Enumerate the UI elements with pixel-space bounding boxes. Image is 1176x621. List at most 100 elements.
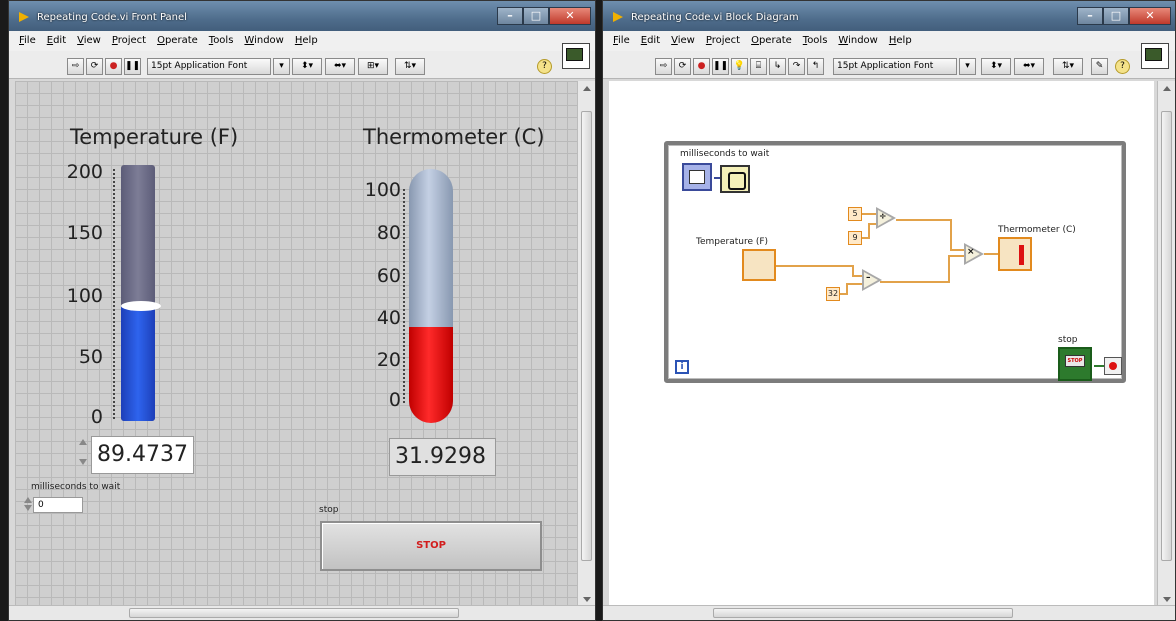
reorder-icon[interactable]: ⇅▾	[395, 58, 425, 75]
while-loop[interactable]: milliseconds to wait Temperature (F) 5 9…	[664, 141, 1126, 383]
context-help-icon[interactable]: ?	[537, 59, 552, 74]
font-selector[interactable]: 15pt Application Font	[833, 58, 957, 75]
constant-9[interactable]: 9	[848, 231, 862, 245]
wire[interactable]	[1094, 365, 1104, 367]
wait-input[interactable]: 0	[33, 497, 83, 513]
maximize-button[interactable]: □	[523, 7, 549, 25]
temperature-tank[interactable]	[121, 165, 161, 421]
menu-project[interactable]: Project	[112, 31, 146, 51]
step-into-icon[interactable]: ↳	[769, 58, 786, 75]
wait-label: milliseconds to wait	[31, 482, 121, 492]
thermometer-terminal[interactable]	[998, 237, 1032, 271]
temperature-value-field[interactable]: 89.4737	[91, 436, 194, 474]
scrollbar-thumb[interactable]	[1161, 111, 1172, 561]
subtract-function[interactable]	[862, 269, 882, 291]
wire[interactable]	[868, 223, 876, 225]
maximize-button[interactable]: □	[1103, 7, 1129, 25]
menu-tools[interactable]: Tools	[209, 31, 234, 51]
menu-help[interactable]: Help	[295, 31, 318, 51]
temperature-tick-label: 150	[66, 222, 103, 244]
wire[interactable]	[868, 223, 870, 239]
loop-condition-terminal[interactable]	[1104, 357, 1122, 375]
run-continuously-icon[interactable]: ⟳	[86, 58, 103, 75]
scrollbar-thumb[interactable]	[713, 608, 1013, 618]
menu-operate[interactable]: Operate	[157, 31, 198, 51]
pause-icon[interactable]: ❚❚	[124, 58, 141, 75]
wait-increment-decrement[interactable]	[23, 495, 32, 513]
menu-tools[interactable]: Tools	[803, 31, 828, 51]
temperature-increment-decrement[interactable]	[78, 437, 87, 467]
retain-wire-values-icon[interactable]: ⌸	[750, 58, 767, 75]
abort-icon[interactable]: ●	[105, 58, 122, 75]
align-objects-icon[interactable]: ⬍▾	[981, 58, 1011, 75]
menu-project[interactable]: Project	[706, 31, 740, 51]
front-panel-horizontal-scrollbar[interactable]	[9, 605, 595, 620]
block-diagram-vertical-scrollbar[interactable]	[1157, 81, 1175, 607]
context-help-icon[interactable]: ?	[1115, 59, 1130, 74]
front-panel-title: Repeating Code.vi Front Panel	[37, 12, 187, 23]
run-continuously-icon[interactable]: ⟳	[674, 58, 691, 75]
wait-ms-function-icon[interactable]	[720, 165, 750, 193]
font-dropdown-icon[interactable]: ▾	[959, 58, 976, 75]
wire[interactable]	[950, 249, 964, 251]
scrollbar-thumb[interactable]	[129, 608, 459, 618]
loop-iteration-terminal[interactable]: i	[675, 360, 689, 374]
pause-icon[interactable]: ❚❚	[712, 58, 729, 75]
close-button[interactable]: ✕	[549, 7, 591, 25]
menu-edit[interactable]: Edit	[641, 31, 660, 51]
menu-edit[interactable]: Edit	[47, 31, 66, 51]
highlight-execution-icon[interactable]: 💡	[731, 58, 748, 75]
menu-file[interactable]: File	[19, 31, 36, 51]
wire[interactable]	[948, 255, 950, 283]
menu-file[interactable]: File	[613, 31, 630, 51]
temperature-scale	[111, 169, 115, 419]
wire[interactable]	[896, 219, 952, 221]
temperature-terminal[interactable]	[742, 249, 776, 281]
wire[interactable]	[862, 213, 876, 215]
run-arrow-icon[interactable]: ⇨	[67, 58, 84, 75]
scroll-up-icon[interactable]	[1163, 86, 1171, 91]
menu-operate[interactable]: Operate	[751, 31, 792, 51]
scroll-up-icon[interactable]	[583, 86, 591, 91]
menu-window[interactable]: Window	[244, 31, 283, 51]
run-arrow-icon[interactable]: ⇨	[655, 58, 672, 75]
font-selector[interactable]: 15pt Application Font	[147, 58, 271, 75]
menu-window[interactable]: Window	[838, 31, 877, 51]
front-panel-vertical-scrollbar[interactable]	[577, 81, 595, 607]
scroll-down-icon[interactable]	[1163, 597, 1171, 602]
stop-terminal[interactable]: STOP	[1058, 347, 1092, 381]
scrollbar-thumb[interactable]	[581, 111, 592, 561]
wire[interactable]	[984, 253, 998, 255]
step-over-icon[interactable]: ↷	[788, 58, 805, 75]
wire[interactable]	[880, 281, 950, 283]
close-button[interactable]: ✕	[1129, 7, 1171, 25]
wire[interactable]	[846, 283, 862, 285]
scroll-down-icon[interactable]	[583, 597, 591, 602]
constant-5[interactable]: 5	[848, 207, 862, 221]
wire[interactable]	[852, 275, 862, 277]
thermometer-terminal-glyph	[1019, 245, 1024, 265]
clean-up-diagram-icon[interactable]: ✎	[1091, 58, 1108, 75]
minimize-button[interactable]: –	[1077, 7, 1103, 25]
menu-help[interactable]: Help	[889, 31, 912, 51]
constant-32[interactable]: 32	[826, 287, 840, 301]
align-objects-icon[interactable]: ⬍▾	[292, 58, 322, 75]
font-dropdown-icon[interactable]: ▾	[273, 58, 290, 75]
distribute-objects-icon[interactable]: ⬌▾	[325, 58, 355, 75]
stop-button[interactable]: STOP	[320, 521, 542, 571]
block-diagram-titlebar[interactable]: Repeating Code.vi Block Diagram – □ ✕	[603, 1, 1175, 31]
reorder-icon[interactable]: ⇅▾	[1053, 58, 1083, 75]
menu-view[interactable]: View	[77, 31, 101, 51]
abort-icon[interactable]: ●	[693, 58, 710, 75]
front-panel-titlebar[interactable]: Repeating Code.vi Front Panel – □ ✕	[9, 1, 595, 31]
minimize-button[interactable]: –	[497, 7, 523, 25]
block-diagram-horizontal-scrollbar[interactable]	[603, 605, 1175, 620]
wire[interactable]	[776, 265, 852, 267]
wait-terminal[interactable]	[682, 163, 712, 191]
wire[interactable]	[950, 219, 952, 251]
distribute-objects-icon[interactable]: ⬌▾	[1014, 58, 1044, 75]
step-out-icon[interactable]: ↰	[807, 58, 824, 75]
menu-view[interactable]: View	[671, 31, 695, 51]
wire[interactable]	[948, 255, 964, 257]
resize-objects-icon[interactable]: ⊞▾	[358, 58, 388, 75]
